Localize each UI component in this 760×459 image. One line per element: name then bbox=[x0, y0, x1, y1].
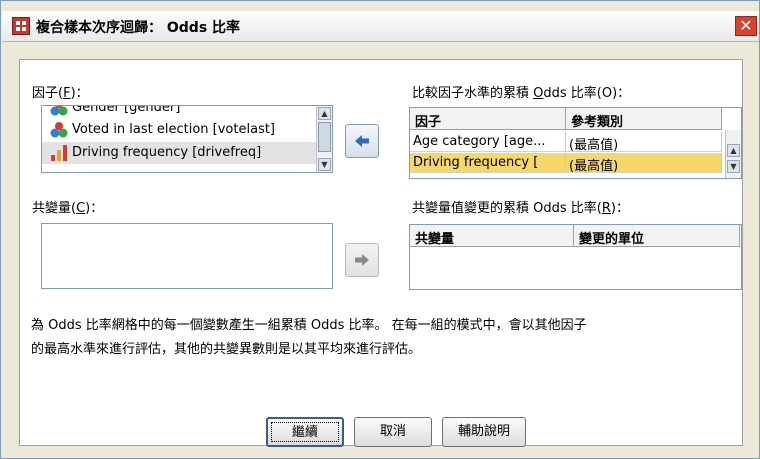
move-factor-button[interactable] bbox=[345, 124, 379, 158]
close-button[interactable]: ✕ bbox=[735, 16, 757, 36]
covariate-odds-label: 共變量值變更的累積 Odds 比率(R)： bbox=[412, 201, 629, 216]
continue-button[interactable]: 繼續 bbox=[266, 417, 344, 447]
covariates-label: 共變量(C)： bbox=[32, 201, 104, 216]
scroll-up-icon[interactable]: ▲ bbox=[318, 107, 331, 120]
grid-cell[interactable]: (最高值) bbox=[566, 132, 722, 152]
scroll-up-icon[interactable]: ▲ bbox=[727, 144, 740, 157]
grid-cell-selected[interactable]: (最高值) bbox=[566, 153, 722, 173]
column-header: 變更的單位 bbox=[574, 225, 740, 247]
factor-odds-label: 比較因子水準的累積 Odds 比率(O)： bbox=[412, 86, 631, 101]
nominal-icon bbox=[50, 122, 68, 138]
scroll-thumb[interactable] bbox=[318, 122, 331, 152]
column-header: 參考類別 bbox=[566, 108, 722, 130]
grid-cell-selected[interactable]: Driving frequency [ bbox=[410, 153, 566, 173]
cancel-button[interactable]: 取消 bbox=[354, 417, 432, 447]
move-covariate-button[interactable] bbox=[345, 243, 379, 277]
factors-listbox[interactable]: Gender [gender] Voted in last election [… bbox=[41, 105, 333, 173]
title-bar: 複合樣本次序迴歸： Odds 比率 ✕ bbox=[2, 11, 759, 42]
list-item[interactable]: Gender [gender] bbox=[42, 106, 332, 119]
grid-cell[interactable]: Age category [age... bbox=[410, 132, 566, 152]
covariates-listbox[interactable] bbox=[41, 223, 333, 289]
scroll-down-icon[interactable]: ▼ bbox=[318, 158, 331, 171]
list-item[interactable]: Voted in last election [votelast] bbox=[42, 119, 332, 141]
arrow-left-icon bbox=[355, 135, 369, 147]
categorical-icon bbox=[50, 106, 68, 116]
arrow-right-icon bbox=[355, 254, 369, 266]
help-button[interactable]: 輔助說明 bbox=[442, 417, 526, 447]
dialog-window: 複合樣本次序迴歸： Odds 比率 ✕ 因子(F)： Gender [gende… bbox=[0, 0, 760, 459]
factors-label: 因子(F)： bbox=[32, 86, 89, 101]
list-item-selected[interactable]: Driving frequency [drivefreq] bbox=[42, 142, 332, 164]
content-panel: 因子(F)： Gender [gender] Voted in last ele… bbox=[19, 59, 743, 446]
column-header: 共變量 bbox=[410, 225, 574, 247]
factor-odds-grid[interactable]: 因子 參考類別 Age category [age... (最高值) Drivi… bbox=[409, 107, 742, 179]
grid-scrollbar[interactable]: ▲ ▼ bbox=[725, 130, 741, 178]
ordinal-icon bbox=[51, 145, 67, 161]
covariate-odds-grid[interactable]: 共變量 變更的單位 bbox=[409, 224, 742, 290]
app-table-icon bbox=[12, 17, 30, 35]
column-header: 因子 bbox=[410, 108, 566, 130]
factors-scrollbar[interactable]: ▲ ▼ bbox=[316, 106, 332, 172]
description-text: 為 Odds 比率網格中的每一個變數產生一組累積 Odds 比率。 在每一組的模… bbox=[31, 318, 587, 357]
window-title: 複合樣本次序迴歸： Odds 比率 bbox=[36, 20, 241, 36]
scroll-down-icon[interactable]: ▼ bbox=[727, 160, 740, 173]
